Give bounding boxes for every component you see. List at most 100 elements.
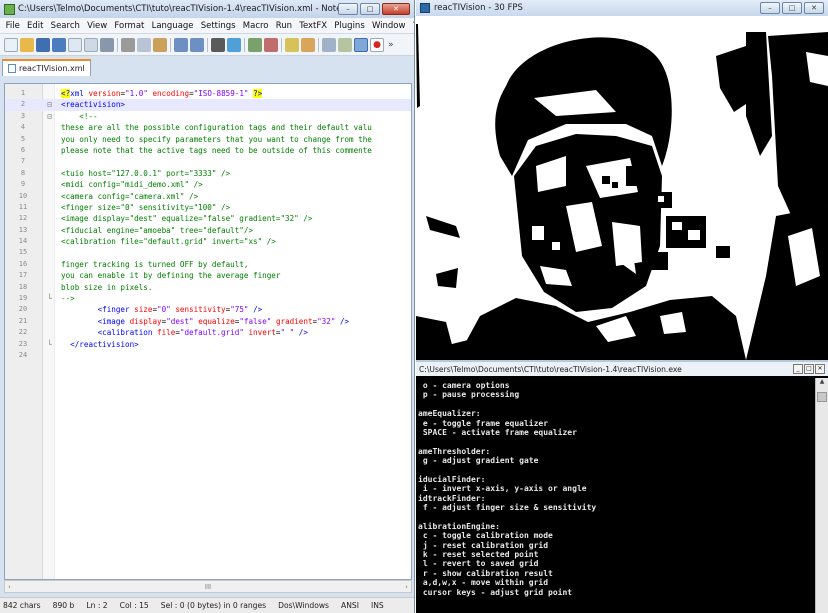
code-line[interactable]: 23 └ </reactivision>	[5, 339, 411, 350]
code-editor[interactable]: 1 <?xml version="1.0" encoding="ISO-8859-…	[4, 83, 412, 580]
save-all-icon[interactable]	[52, 37, 66, 52]
code-line[interactable]: 11 <finger size="0" sensitivity="100" />	[5, 202, 411, 213]
code-line[interactable]: 9 <midi config="midi_demo.xml" />	[5, 179, 411, 190]
macro-record-icon[interactable]: ●	[370, 37, 384, 52]
sync-v-icon[interactable]	[285, 37, 299, 52]
npp-maximize-button[interactable]: □	[360, 3, 380, 15]
code-line[interactable]: 8 <tuio host="127.0.0.1" port="3333" />	[5, 168, 411, 179]
indent-guide-icon[interactable]	[354, 37, 368, 52]
scroll-right-icon[interactable]: ›	[405, 583, 408, 591]
toolbar-separator	[207, 37, 208, 52]
code-line[interactable]: 14 <calibration file="default.grid" inver…	[5, 236, 411, 247]
console-line: f - adjust finger size & sensitivity	[418, 503, 597, 513]
paste-icon[interactable]	[153, 37, 167, 52]
rv-maximize-button[interactable]: □	[782, 2, 802, 14]
code-text: finger tracking is turned OFF by default…	[61, 259, 248, 270]
menu-edit[interactable]: Edit	[23, 21, 47, 31]
toolbar-overflow-icon[interactable]: »	[388, 40, 394, 50]
code-text: </reactivision>	[61, 339, 139, 350]
npp-minimize-button[interactable]: –	[338, 3, 358, 15]
fold-marker-icon[interactable]: └	[45, 293, 54, 304]
code-line[interactable]: 3 ⊟ <!--	[5, 111, 411, 122]
code-line[interactable]: 2 ⊟ <reactivision>	[5, 99, 411, 111]
code-line[interactable]: 18 blob size in pixels.	[5, 282, 411, 293]
find-icon[interactable]	[211, 37, 225, 52]
line-number: 10	[18, 191, 28, 200]
rv-close-button[interactable]: ✕	[804, 2, 824, 14]
menu-macro[interactable]: Macro	[239, 21, 272, 31]
menu-format[interactable]: Format	[111, 21, 148, 31]
fold-marker-icon[interactable]: ⊟	[45, 99, 54, 110]
code-line[interactable]: 6 please note that the active tags need t…	[5, 145, 411, 156]
code-line[interactable]: 17 you can enable it by defining the aver…	[5, 270, 411, 281]
npp-close-button[interactable]: ✕	[382, 3, 410, 15]
print-icon[interactable]	[100, 37, 114, 52]
menu-search[interactable]: Search	[47, 21, 83, 31]
code-line[interactable]: 20 <finger size="0" sensitivity="75" />	[5, 304, 411, 315]
menu-window[interactable]: Window	[368, 21, 409, 31]
horizontal-scrollbar[interactable]: ‹ III ›	[4, 580, 412, 593]
zoom-out-icon[interactable]	[264, 37, 278, 52]
console-maximize-button[interactable]: □	[804, 364, 814, 374]
code-token: </reactivision>	[70, 339, 139, 349]
code-line[interactable]: 19 └ -->	[5, 293, 411, 304]
all-chars-icon[interactable]	[338, 37, 352, 52]
console-scroll-thumb[interactable]	[817, 392, 827, 402]
code-line[interactable]: 12 <image display="dest" equalize="false"…	[5, 213, 411, 224]
close-all-icon[interactable]	[84, 37, 98, 52]
fold-marker-icon[interactable]: └	[45, 339, 54, 350]
sync-h-icon[interactable]	[301, 37, 315, 52]
console-line: i - invert x-axis, y-axis or angle	[418, 484, 587, 494]
camera-threshold-view[interactable]	[416, 16, 828, 360]
cut-icon[interactable]	[121, 37, 135, 52]
menu-help[interactable]: ?	[409, 21, 414, 31]
fold-marker-icon[interactable]: ⊟	[45, 111, 54, 122]
zoom-in-icon[interactable]	[248, 37, 262, 52]
console-close-button[interactable]: ✕	[815, 364, 825, 374]
copy-icon[interactable]	[137, 37, 151, 52]
console-title-bar[interactable]: C:\Users\Telmo\Documents\CTI\tuto\reacTI…	[416, 362, 828, 376]
menu-plugins[interactable]: Plugins	[331, 21, 369, 31]
scroll-up-icon[interactable]: ▲	[816, 378, 828, 390]
open-file-icon[interactable]	[20, 37, 34, 52]
redo-icon[interactable]	[190, 37, 204, 52]
scroll-thumb[interactable]: III	[205, 583, 211, 591]
menu-view[interactable]: View	[83, 21, 110, 31]
save-icon[interactable]	[36, 37, 50, 52]
wrap-icon[interactable]	[322, 37, 336, 52]
close-file-icon[interactable]	[68, 37, 82, 52]
code-token: <image	[97, 316, 130, 326]
tab-reactivision-xml[interactable]: reacTIVision.xml	[2, 59, 91, 76]
menu-textfx[interactable]: TextFX	[296, 21, 331, 31]
code-token: "ISO-8859-1"	[193, 89, 249, 98]
undo-icon[interactable]	[174, 37, 188, 52]
code-line[interactable]: 16 finger tracking is turned OFF by defau…	[5, 259, 411, 270]
npp-title-bar[interactable]: C:\Users\Telmo\Documents\CTI\tuto\reacTI…	[0, 0, 414, 18]
rv-title-bar[interactable]: reacTIVision - 30 FPS – □ ✕	[416, 0, 828, 16]
console-line: c - toggle calibration mode	[418, 531, 553, 541]
replace-icon[interactable]	[227, 37, 241, 52]
code-line[interactable]: 4 these are all the possible configuratio…	[5, 122, 411, 133]
code-line[interactable]: 22 <calibration file="default.grid" inve…	[5, 327, 411, 338]
menu-run[interactable]: Run	[272, 21, 296, 31]
code-line[interactable]: 10 <camera config="camera.xml" />	[5, 191, 411, 202]
console-scrollbar[interactable]: ▲	[815, 378, 828, 613]
code-text: <tuio host="127.0.0.1" port="3333" />	[61, 168, 230, 179]
scroll-left-icon[interactable]: ‹	[8, 583, 11, 591]
status-line: Ln : 2	[86, 601, 108, 610]
menu-file[interactable]: File	[2, 21, 23, 31]
code-line[interactable]: 21 <image display="dest" equalize="false…	[5, 316, 411, 327]
code-line[interactable]: 15	[5, 247, 411, 258]
code-line[interactable]: 24	[5, 350, 411, 361]
code-line[interactable]: 1 <?xml version="1.0" encoding="ISO-8859-…	[5, 88, 411, 99]
code-token: "dest"	[166, 316, 194, 326]
code-line[interactable]: 13 <fiducial engine="amoeba" tree="defaul…	[5, 225, 411, 236]
rv-minimize-button[interactable]: –	[760, 2, 780, 14]
code-token: blob size in pixels.	[61, 282, 153, 292]
new-file-icon[interactable]	[4, 37, 18, 52]
menu-language[interactable]: Language	[148, 21, 197, 31]
code-line[interactable]: 7	[5, 156, 411, 167]
console-minimize-button[interactable]: _	[793, 364, 803, 374]
menu-settings[interactable]: Settings	[197, 21, 239, 31]
code-line[interactable]: 5 you only need to specify parameters tha…	[5, 134, 411, 145]
